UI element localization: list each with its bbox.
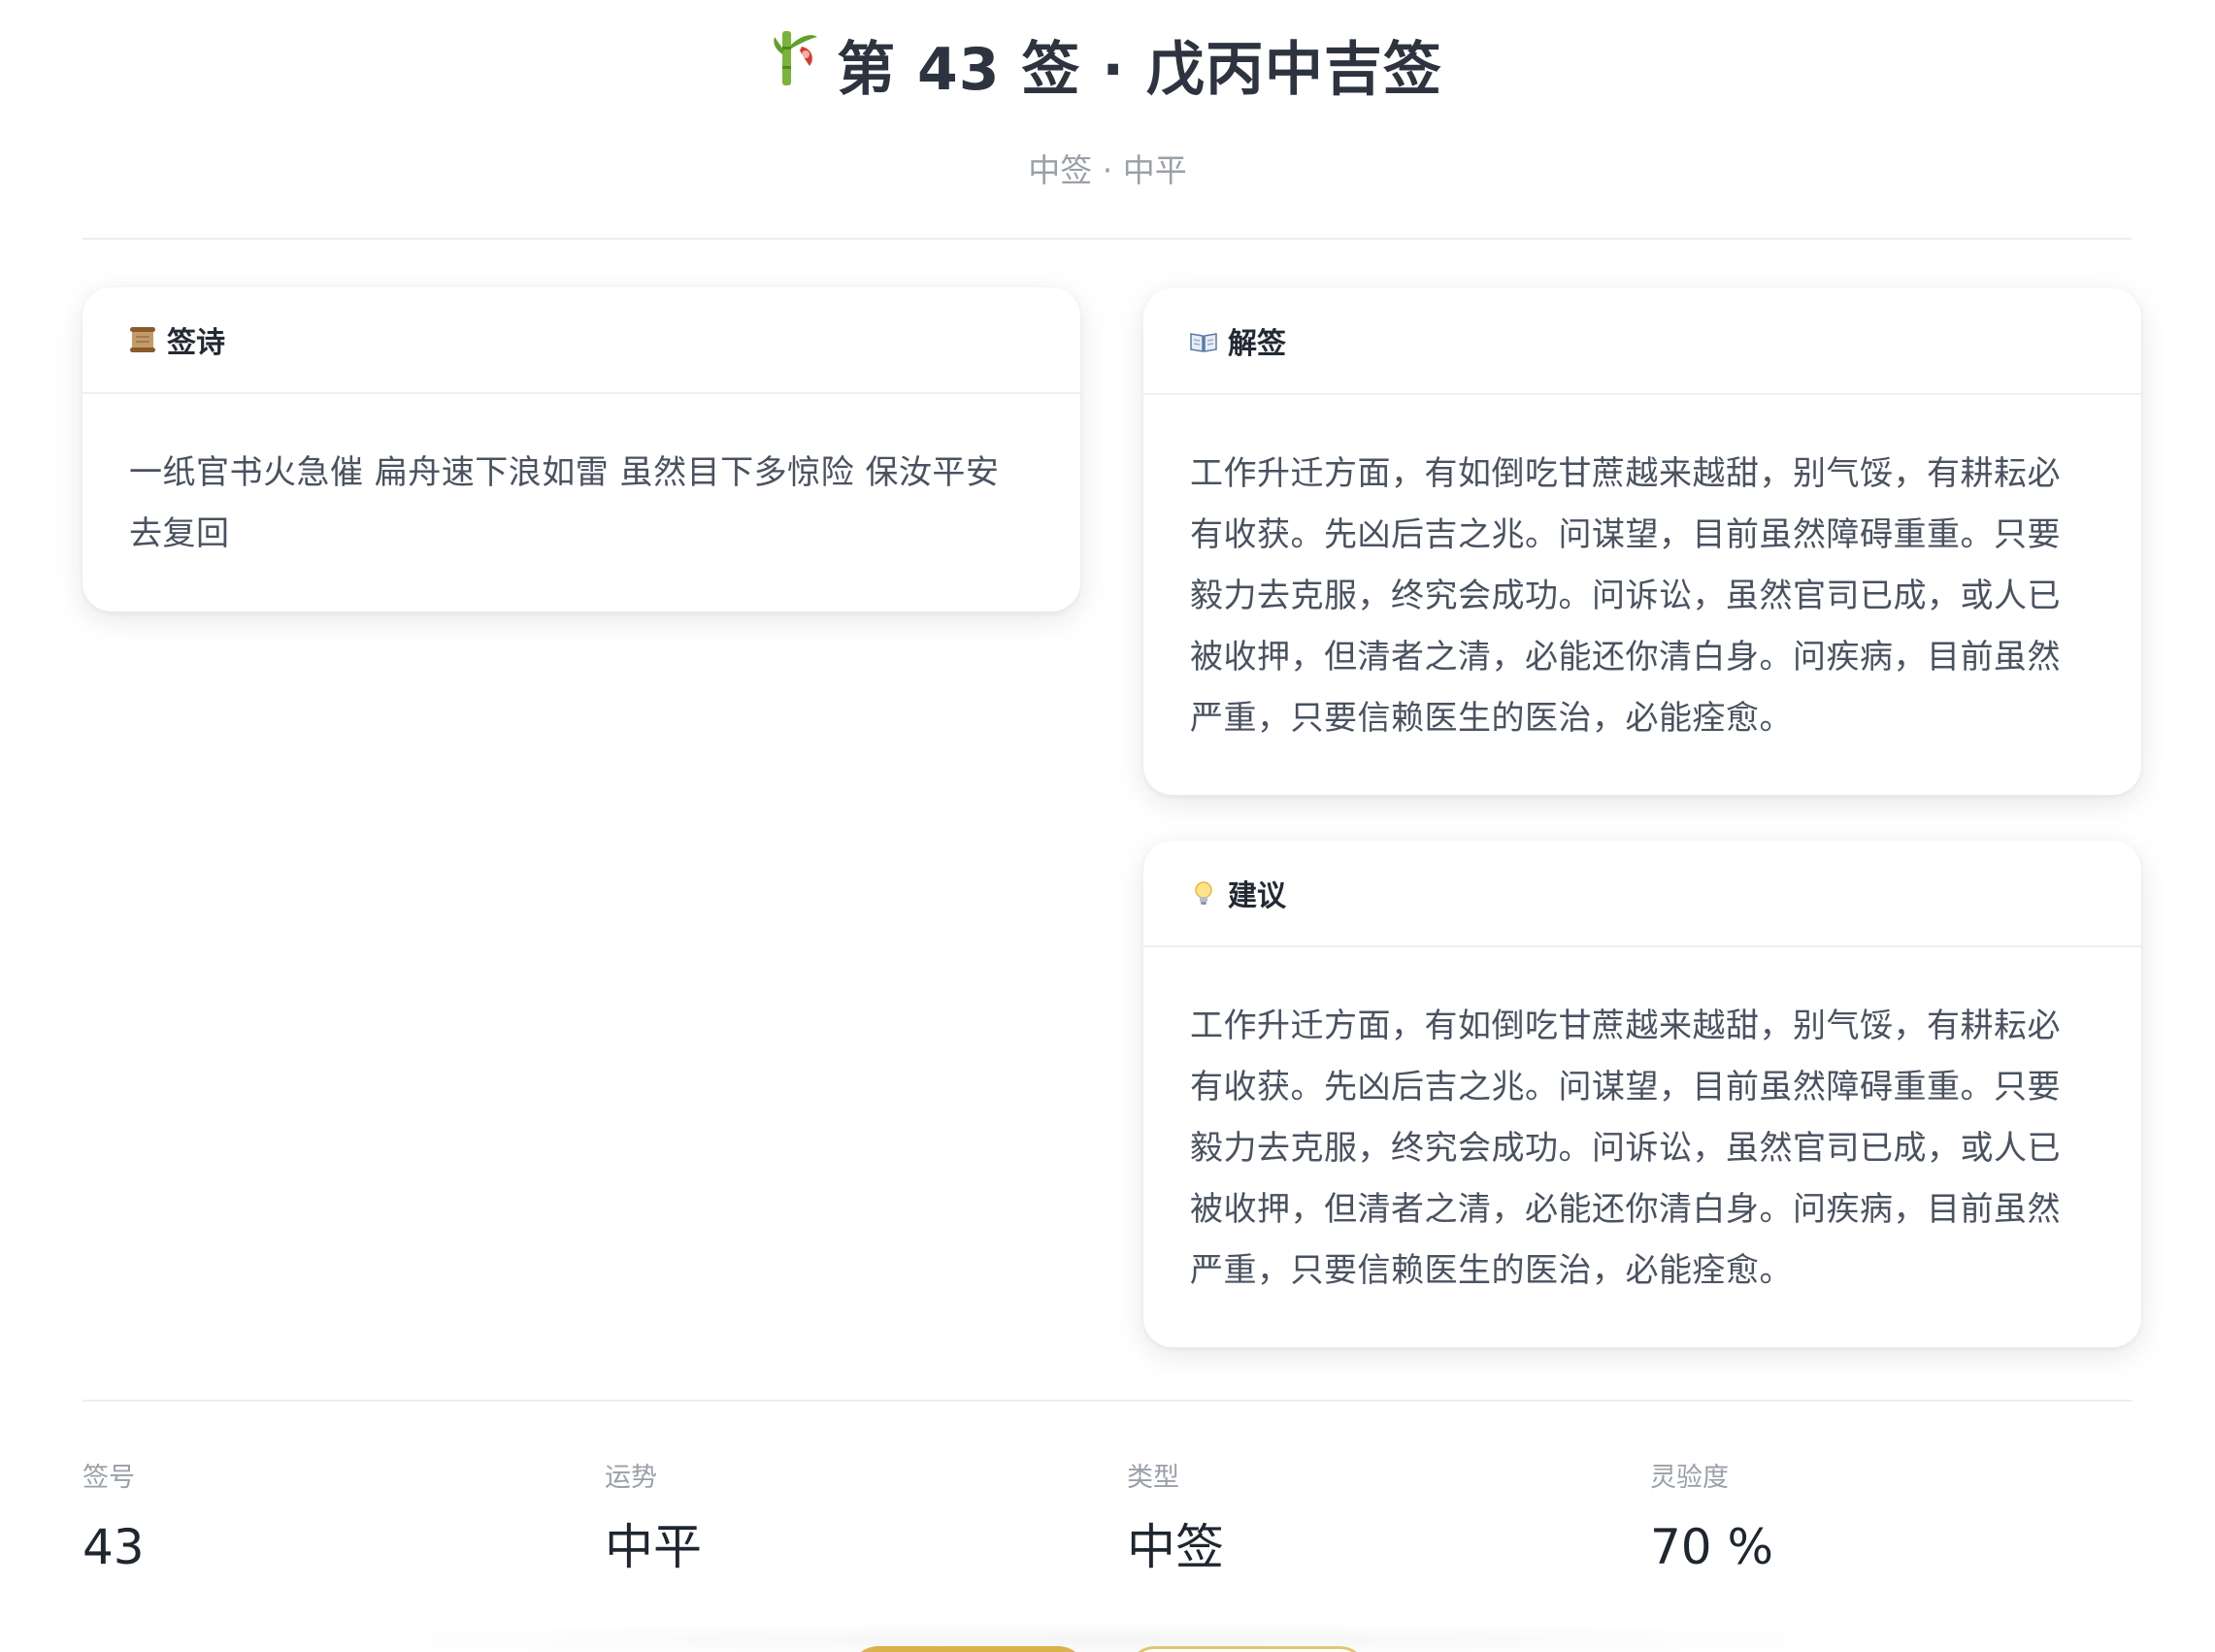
poem-card-title: 签诗	[167, 326, 225, 360]
interpretation-card: 解签 工作升迁方面，有如倒吃甘蔗越来越甜，别气馁，有耕耘必有收获。先凶后吉之兆。…	[1143, 288, 2141, 795]
stat-number-label: 签号	[83, 1463, 135, 1493]
interpretation-card-header: 解签	[1143, 288, 2141, 395]
page-title-text: 第 43 签 · 戊丙中吉签	[837, 36, 1442, 104]
stat-number: 签号 43	[83, 1461, 471, 1577]
stat-fortune-value: 中平	[605, 1519, 702, 1575]
fortune-slip-page: 第 43 签 · 戊丙中吉签 中签 · 中平 签诗 一纸官书火急催 扁舟速下浪如…	[0, 0, 2215, 1652]
advice-text: 工作升迁方面，有如倒吃甘蔗越来越甜，别气馁，有耕耘必有收获。先凶后吉之兆。问谋望…	[1190, 1007, 2061, 1290]
stat-type: 类型 中签	[1127, 1461, 1515, 1577]
page-title: 第 43 签 · 戊丙中吉签	[0, 29, 2215, 115]
open-book-icon	[1189, 326, 1218, 355]
top-divider	[83, 238, 2132, 240]
poem-card: 签诗 一纸官书火急催 扁舟速下浪如雷 虽然目下多惊险 保汝平安去复回	[83, 287, 1080, 611]
stat-number-value: 43	[83, 1519, 145, 1575]
interpretation-card-title: 解签	[1228, 327, 1286, 361]
secondary-action-button[interactable]	[1126, 1646, 1369, 1652]
stat-type-value: 中签	[1127, 1519, 1224, 1575]
stat-type-label: 类型	[1127, 1463, 1179, 1493]
poem-card-header: 签诗	[83, 287, 1080, 394]
bamboo-icon	[773, 25, 825, 109]
bottom-shadow	[291, 1621, 1922, 1652]
page-subtitle: 中签 · 中平	[1028, 151, 1187, 190]
poem-text: 一纸官书火急催 扁舟速下浪如雷 虽然目下多惊险 保汝平安去复回	[129, 453, 1000, 553]
stat-fortune-label: 运势	[605, 1463, 657, 1493]
stat-accuracy-value: 70 %	[1650, 1519, 1774, 1575]
advice-card-title: 建议	[1228, 879, 1286, 913]
stat-fortune: 运势 中平	[605, 1461, 993, 1577]
primary-action-button[interactable]	[849, 1646, 1087, 1652]
bottom-divider	[83, 1400, 2132, 1402]
page-header: 第 43 签 · 戊丙中吉签 中签 · 中平	[0, 29, 2215, 192]
stat-accuracy: 灵验度 70 %	[1650, 1461, 2038, 1577]
light-bulb-icon	[1189, 878, 1218, 908]
scroll-icon	[128, 325, 157, 354]
advice-card-header: 建议	[1143, 841, 2141, 947]
interpretation-text: 工作升迁方面，有如倒吃甘蔗越来越甜，别气馁，有耕耘必有收获。先凶后吉之兆。问谋望…	[1190, 454, 2061, 738]
advice-card: 建议 工作升迁方面，有如倒吃甘蔗越来越甜，别气馁，有耕耘必有收获。先凶后吉之兆。…	[1143, 841, 2141, 1347]
stat-accuracy-label: 灵验度	[1650, 1463, 1729, 1493]
